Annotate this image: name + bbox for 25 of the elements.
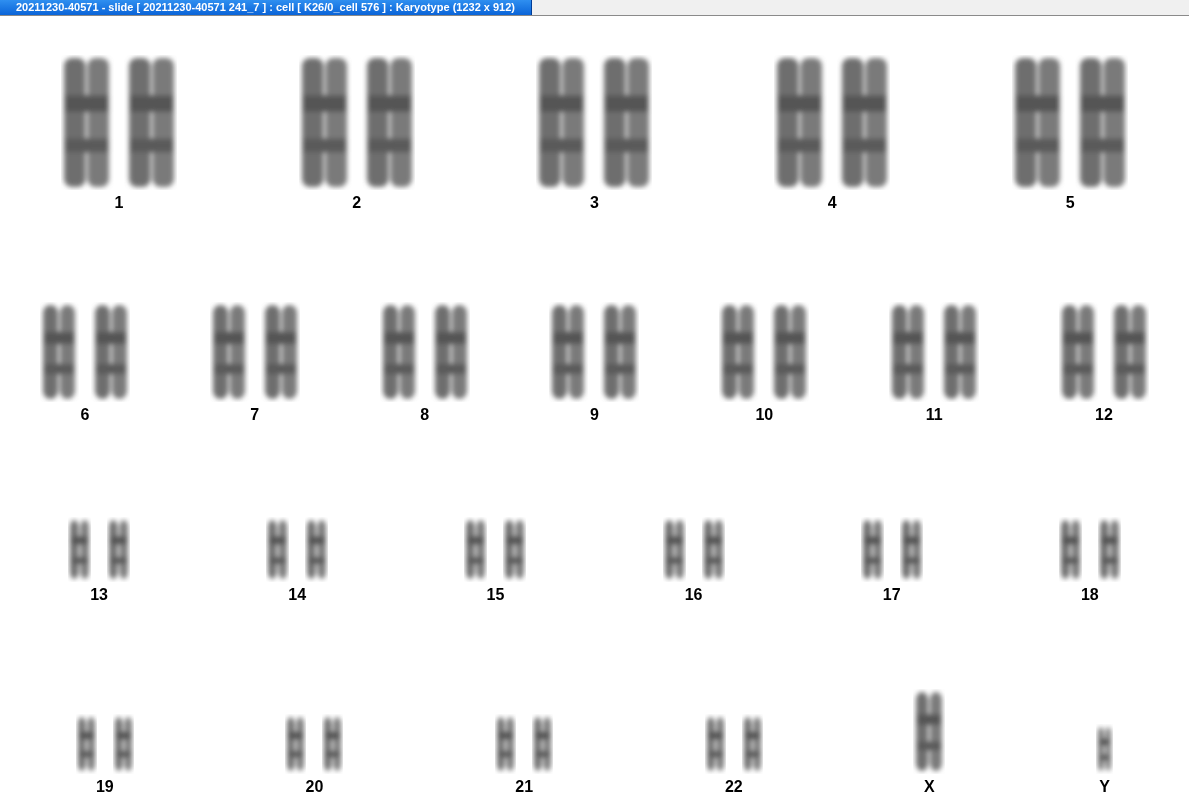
chromosome-number: 1	[114, 194, 124, 212]
chromosome-number: Y	[1099, 778, 1110, 795]
chromosome-number: 10	[755, 406, 774, 424]
chromosome-number: 18	[1080, 586, 1099, 604]
chromosome-number: 19	[95, 778, 114, 795]
chromosome-number: 17	[882, 586, 901, 604]
window-title: 20211230-40571 - slide [ 20211230-40571 241_7 ] : cell [ K26/0_cell 576 ] : Karyotype (1232 x 912)	[0, 0, 532, 15]
chromosome-number: 2	[352, 194, 362, 212]
chromosome-number: 6	[80, 406, 90, 424]
chromosome-number: 7	[250, 406, 260, 424]
chromosome-number: 3	[590, 194, 599, 212]
chromosome-number: 14	[288, 586, 307, 604]
chromosome-number: 12	[1095, 406, 1113, 424]
chromosome-number: 5	[1065, 194, 1075, 212]
chromosome-number: 20	[305, 778, 324, 795]
chromosome-number: 11	[925, 406, 943, 424]
chromosome-number: 21	[515, 778, 534, 795]
chromosome-number: 4	[827, 194, 837, 212]
chromosome-number: 9	[590, 406, 599, 424]
chromosome-number: 16	[684, 586, 703, 604]
chromosome-number: 15	[486, 586, 505, 604]
chromosome-number: 13	[90, 586, 108, 604]
chromosome-number: 22	[724, 778, 743, 795]
chromosome-number: X	[924, 778, 935, 795]
chromosome-number: 8	[420, 406, 430, 424]
